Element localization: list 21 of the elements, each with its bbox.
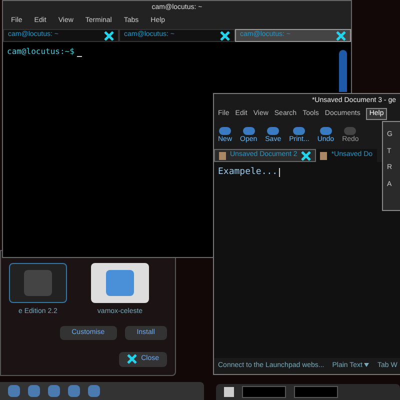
panel-slot [294,386,338,398]
theme-preview[interactable] [91,263,149,303]
close-icon[interactable] [220,30,230,40]
app-icon[interactable] [8,385,20,397]
document-icon [219,152,226,160]
app-icon[interactable] [48,385,60,397]
close-icon[interactable] [301,150,312,160]
app-icon[interactable] [28,385,40,397]
close-icon[interactable] [104,30,114,40]
document-text: Exampele... [218,166,278,179]
app-icon[interactable] [88,385,100,397]
document-icon [320,152,328,160]
terminal-prompt: cam@locutus:~$ [7,46,74,58]
close-icon[interactable] [127,354,138,364]
caret-icon [364,362,370,367]
text-cursor [278,168,280,178]
close-icon[interactable] [336,30,346,40]
text-cursor [77,56,82,57]
app-icon[interactable] [68,385,80,397]
scrollbar[interactable] [339,50,347,92]
theme-preview[interactable] [9,263,67,303]
